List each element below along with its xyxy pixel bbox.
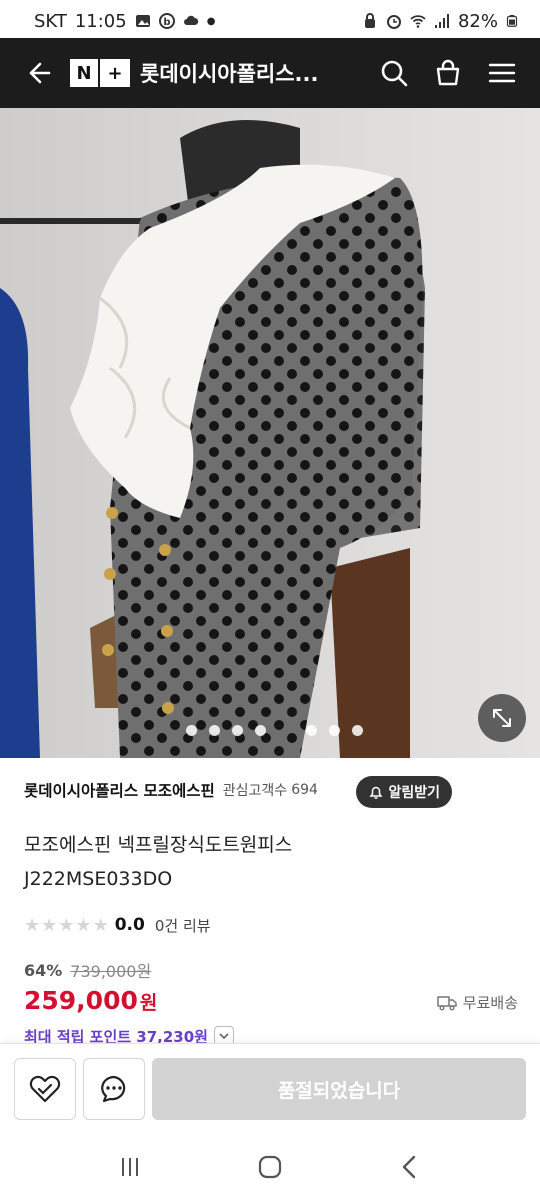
star-icon: ★ bbox=[92, 914, 109, 936]
alarm-lock-icon bbox=[364, 13, 375, 28]
carousel-dot[interactable] bbox=[255, 725, 266, 736]
product-title: 모조에스핀 넥프릴장식도트원피스 J222MSE033DO bbox=[24, 828, 504, 896]
home-button[interactable] bbox=[240, 1142, 300, 1192]
review-count-link[interactable]: 0건 리뷰 bbox=[155, 915, 211, 936]
carrier-label: SKT bbox=[34, 10, 67, 32]
star-icon: ★ bbox=[24, 914, 41, 936]
logo-n: N bbox=[70, 59, 100, 87]
naver-plus-logo[interactable]: N + bbox=[70, 59, 130, 87]
talk-button[interactable] bbox=[83, 1058, 145, 1120]
carousel-dot[interactable] bbox=[329, 725, 340, 736]
price-row: 259,000 원 bbox=[24, 986, 157, 1022]
home-icon bbox=[258, 1155, 282, 1178]
carousel-dot[interactable] bbox=[232, 725, 243, 736]
svg-text:b: b bbox=[163, 17, 170, 28]
chat-bubble-icon bbox=[101, 1075, 126, 1103]
product-photo-illustration bbox=[0, 108, 540, 758]
carousel-dot[interactable] bbox=[209, 725, 220, 736]
clock: 11:05 bbox=[74, 10, 127, 32]
star-icon: ★ bbox=[58, 914, 75, 936]
product-name-line1: 모조에스핀 넥프릴장식도트원피스 bbox=[24, 834, 293, 856]
back-button[interactable] bbox=[18, 53, 58, 93]
more-notifications-dot-icon: ● bbox=[206, 15, 216, 27]
bell-plus-icon bbox=[369, 786, 383, 799]
price-unit: 원 bbox=[139, 992, 158, 1014]
original-price: 739,000원 bbox=[70, 962, 152, 981]
star-rating: ★ ★ ★ ★ ★ bbox=[24, 915, 109, 936]
system-navigation-bar bbox=[0, 1133, 540, 1200]
star-icon: ★ bbox=[75, 914, 92, 936]
rating-row[interactable]: ★ ★ ★ ★ ★ 0.0 0건 리뷰 bbox=[24, 912, 211, 938]
expand-arrows-icon bbox=[493, 709, 511, 727]
delivery-truck-icon bbox=[437, 995, 457, 1010]
gallery-notification-icon bbox=[135, 15, 150, 27]
product-image[interactable] bbox=[0, 108, 540, 758]
carousel-dot[interactable] bbox=[352, 725, 363, 736]
status-bar: SKT 11:05 b ● 82% bbox=[0, 0, 540, 42]
signal-icon bbox=[434, 14, 449, 28]
heart-check-icon bbox=[29, 1075, 61, 1103]
chevron-left-icon bbox=[402, 1155, 416, 1178]
back-arrow-icon bbox=[29, 62, 51, 84]
recent-apps-button[interactable] bbox=[100, 1142, 160, 1192]
search-button[interactable] bbox=[374, 53, 414, 93]
expand-image-button[interactable] bbox=[478, 694, 526, 742]
star-icon: ★ bbox=[41, 914, 58, 936]
battery-level: 82% bbox=[457, 10, 498, 32]
product-name-line2: J222MSE033DO bbox=[24, 868, 173, 890]
store-name[interactable]: 롯데이시아폴리스 모조에스핀 bbox=[24, 779, 215, 801]
battery-icon bbox=[506, 15, 518, 27]
carousel-dot[interactable] bbox=[306, 725, 317, 736]
app-header: N + 롯데이시아폴리스... bbox=[0, 38, 540, 108]
store-title[interactable]: 롯데이시아폴리스... bbox=[140, 58, 340, 88]
b-app-notification-icon: b bbox=[158, 13, 175, 29]
shipping-info: 무료배송 bbox=[437, 992, 518, 1013]
hamburger-menu-icon bbox=[488, 63, 516, 83]
cloud-notification-icon bbox=[183, 15, 198, 25]
discount-percent: 64% bbox=[24, 960, 63, 980]
shopping-bag-icon bbox=[436, 59, 460, 86]
recent-apps-icon bbox=[122, 1157, 138, 1176]
purchase-action-bar: 품절되었습니다 bbox=[0, 1043, 540, 1133]
carousel-dot[interactable] bbox=[186, 725, 197, 736]
cart-button[interactable] bbox=[428, 53, 468, 93]
shipping-label: 무료배송 bbox=[462, 994, 518, 1012]
alarm-clock-icon bbox=[386, 15, 401, 29]
rating-value: 0.0 bbox=[114, 915, 145, 935]
menu-button[interactable] bbox=[482, 53, 522, 93]
discount-row: 64% 739,000원 bbox=[24, 958, 151, 982]
wishlist-button[interactable] bbox=[14, 1058, 76, 1120]
follower-label: 관심고객수 bbox=[222, 783, 288, 799]
notification-subscribe-button[interactable]: 알림받기 bbox=[356, 776, 452, 808]
follower-count: 694 bbox=[291, 782, 318, 798]
carousel-indicator bbox=[186, 725, 363, 736]
wifi-icon bbox=[410, 15, 426, 28]
system-back-button[interactable] bbox=[380, 1142, 440, 1192]
search-icon bbox=[381, 60, 408, 87]
sold-out-button[interactable]: 품절되었습니다 bbox=[152, 1058, 526, 1120]
logo-plus: + bbox=[100, 59, 130, 87]
sale-price: 259,000 bbox=[24, 986, 138, 1015]
alert-button-label: 알림받기 bbox=[388, 785, 440, 801]
